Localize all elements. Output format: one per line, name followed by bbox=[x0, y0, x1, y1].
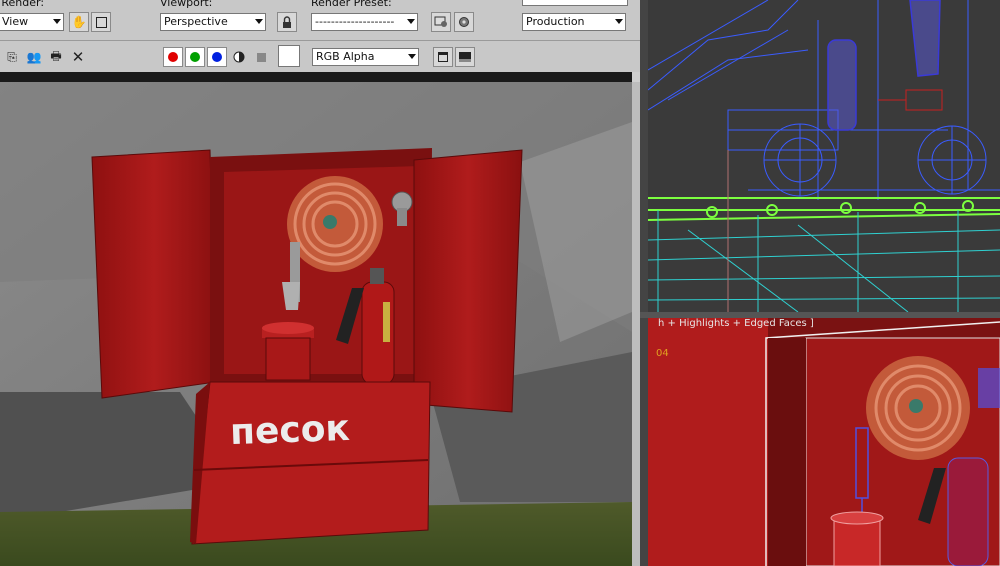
render-button-edge[interactable] bbox=[522, 0, 628, 6]
cart-wireframe bbox=[648, 0, 1000, 200]
area-to-render-dropdown[interactable]: View bbox=[0, 13, 64, 31]
edit-region-button[interactable]: ✋ bbox=[69, 12, 89, 32]
auto-region-button[interactable] bbox=[91, 12, 111, 32]
wall-wireframe bbox=[648, 210, 1000, 312]
green-channel-toggle[interactable] bbox=[185, 47, 205, 67]
fire-bucket bbox=[262, 322, 314, 381]
environment-button[interactable] bbox=[454, 12, 474, 32]
render-toolbar-bottom: ⎘ 👥 🖶 ✕ RGB Alpha bbox=[0, 40, 640, 73]
close-icon: ✕ bbox=[71, 48, 85, 66]
blue-dot-icon bbox=[212, 52, 222, 62]
hose-reel-shaded bbox=[866, 356, 970, 460]
chevron-down-icon bbox=[615, 19, 623, 24]
chevron-down-icon bbox=[53, 19, 61, 24]
people-icon: 👥 bbox=[26, 50, 42, 64]
chevron-down-icon bbox=[255, 19, 263, 24]
blue-channel-toggle[interactable] bbox=[207, 47, 227, 67]
viewport-frame-number: 04 bbox=[656, 348, 669, 359]
frame-top-edge bbox=[0, 72, 632, 82]
wireframe-viewport[interactable] bbox=[640, 0, 1000, 312]
chevron-down-icon bbox=[407, 19, 415, 24]
sand-box bbox=[191, 381, 431, 545]
alpha-icon bbox=[233, 51, 245, 63]
alpha-channel-toggle[interactable] bbox=[231, 49, 247, 65]
shaded-viewport[interactable]: h + Highlights + Edged Faces ] 04 bbox=[640, 318, 1000, 566]
rendered-frame-area: песок bbox=[0, 72, 640, 566]
render-preset-label: Render Preset: bbox=[311, 0, 392, 9]
rendered-image: песок bbox=[0, 82, 632, 566]
monochrome-toggle[interactable] bbox=[253, 49, 269, 65]
left-cabinet-door bbox=[91, 149, 217, 399]
gear-icon bbox=[459, 17, 469, 27]
viewport-label: Viewport: bbox=[160, 0, 213, 9]
panel-icon bbox=[459, 52, 471, 62]
channel-display-dropdown[interactable]: RGB Alpha bbox=[312, 48, 419, 66]
lock-viewport-button[interactable] bbox=[277, 12, 297, 32]
clone-window-button[interactable]: 👥 bbox=[26, 49, 42, 65]
copy-icon: ⎘ bbox=[7, 49, 17, 64]
copy-image-button[interactable]: ⎘ bbox=[4, 49, 20, 65]
frame-right-edge bbox=[632, 82, 640, 566]
mono-square-icon bbox=[256, 52, 266, 62]
viewport-dropdown[interactable]: Perspective bbox=[160, 13, 266, 31]
sand-box-label: песок bbox=[229, 408, 350, 453]
valve-wireframe bbox=[878, 89, 943, 111]
color-swatch[interactable] bbox=[278, 45, 300, 67]
fire-hose-reel bbox=[287, 176, 383, 272]
region-icon bbox=[95, 16, 107, 28]
red-dot-icon bbox=[168, 52, 178, 62]
ground-wireframe bbox=[648, 197, 1000, 221]
production-dropdown[interactable]: Production bbox=[522, 13, 626, 31]
window-icon bbox=[438, 52, 448, 62]
printer-icon: 🖶 bbox=[50, 48, 62, 63]
render-frame-window: Area to Render: View ✋ Viewport: Perspec… bbox=[0, 0, 640, 566]
area-to-render-label: Area to Render: bbox=[0, 0, 45, 9]
chevron-down-icon bbox=[408, 54, 416, 59]
bucket-shaded bbox=[830, 511, 884, 566]
render-toolbar-top: Area to Render: View ✋ Viewport: Perspec… bbox=[0, 0, 640, 40]
clear-button[interactable]: ✕ bbox=[70, 48, 86, 66]
print-image-button[interactable]: 🖶 bbox=[48, 49, 64, 65]
hand-icon: ✋ bbox=[71, 15, 87, 29]
viewport-shading-label[interactable]: h + Highlights + Edged Faces ] bbox=[658, 318, 814, 329]
render-preset-dropdown[interactable]: -------------------- bbox=[311, 13, 418, 31]
render-setup-icon bbox=[434, 16, 447, 27]
right-cabinet-door bbox=[413, 149, 523, 413]
green-dot-icon bbox=[190, 52, 200, 62]
lock-icon bbox=[283, 15, 291, 28]
toggle-ui-overlay-button[interactable] bbox=[433, 47, 453, 67]
render-setup-button[interactable] bbox=[431, 12, 451, 32]
toggle-ui-button[interactable] bbox=[455, 47, 475, 67]
red-channel-toggle[interactable] bbox=[163, 47, 183, 67]
